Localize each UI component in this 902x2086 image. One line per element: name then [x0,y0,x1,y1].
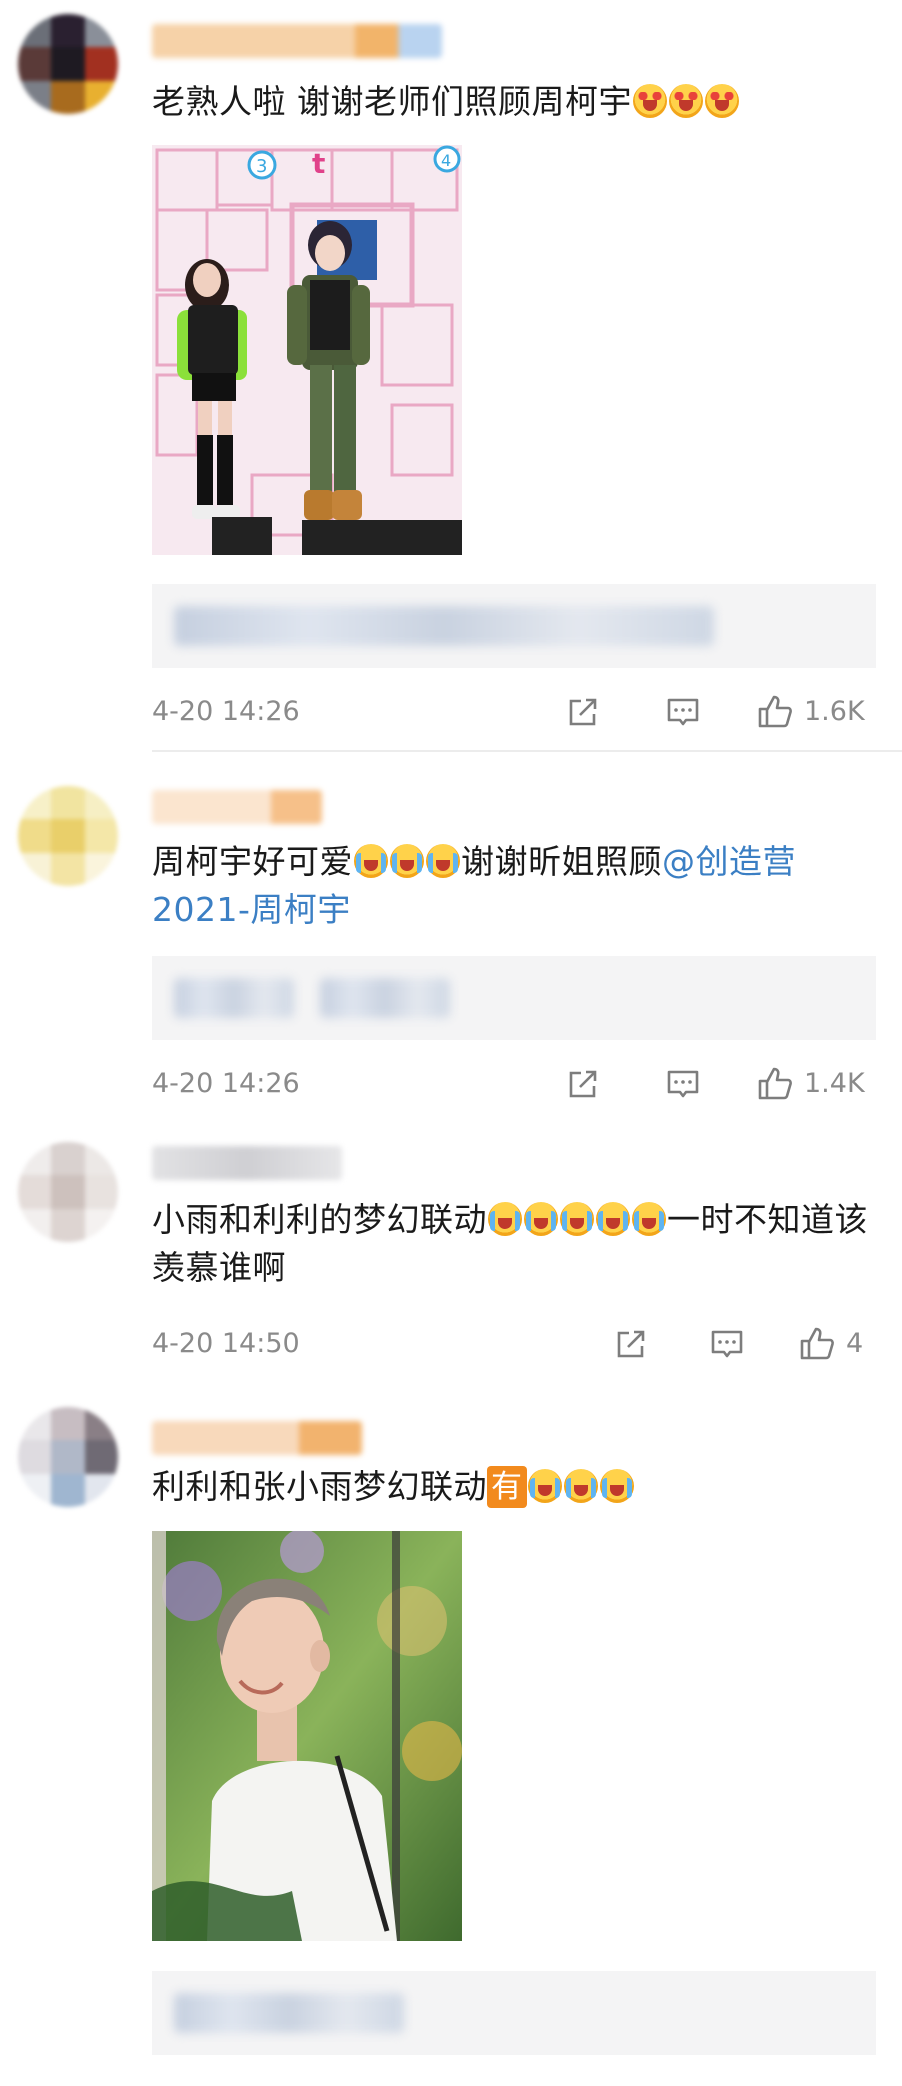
comment-text-body: 老熟人啦 谢谢老师们照顾周柯宇 [152,82,632,121]
username-blurred[interactable] [152,24,442,58]
svg-text:t: t [312,147,325,180]
comment-text-part: 小雨和利利的梦幻联动 [152,1200,487,1239]
heart-eyes-emoji-icon [705,84,739,118]
like-count: 1.6K [804,696,865,727]
like-count: 1.4K [804,1068,865,1099]
comment-icon [667,1070,699,1098]
reply-text-blurred [174,978,294,1018]
timestamp: 4-20 14:26 [152,696,300,727]
crying-emoji-icon [527,1469,562,1503]
thumbs-up-icon [800,1327,834,1360]
comment-text: 老熟人啦 谢谢老师们照顾周柯宇 [152,78,872,126]
heart-eyes-emoji-icon [669,84,703,118]
comment-text-part: 利利和张小雨梦幻联动 [152,1467,487,1506]
stage-photo-image: 3 t 4 [152,145,462,555]
crying-emoji-icon [390,844,424,878]
reply-preview[interactable] [152,1971,876,2055]
crying-emoji-icon [426,844,460,878]
thumbs-up-icon [758,1067,792,1100]
avatar[interactable] [18,1407,118,1507]
thumbs-up-icon [758,695,792,728]
crying-emoji-icon [354,844,388,878]
crying-emoji-icon [596,1202,630,1236]
svg-text:4: 4 [441,151,451,170]
reply-text-blurred [320,978,450,1018]
like-button[interactable]: 1.6K [756,692,865,732]
repost-icon [569,1070,597,1098]
crying-emoji-icon [524,1202,558,1236]
comment-meta: 4-20 14:26 1.4K [152,1064,876,1104]
comment-meta: 4-20 14:26 1.6K [152,692,876,732]
divider [152,750,902,752]
repost-button[interactable] [612,1324,650,1364]
crying-emoji-icon [599,1469,634,1503]
crying-emoji-icon [560,1202,594,1236]
comment-button[interactable] [708,1324,746,1364]
avatar[interactable] [18,14,118,114]
like-count: 4 [846,1328,864,1359]
comment-meta: 4-20 14:50 4 [152,1324,876,1364]
reply-text-blurred [174,1993,404,2033]
reply-preview[interactable] [152,956,876,1040]
comment-icon [711,1330,743,1358]
repost-button[interactable] [564,1064,602,1104]
svg-text:3: 3 [256,156,267,177]
username-blurred[interactable] [152,790,322,824]
comment-text: 小雨和利利的梦幻联动 一时不知道该羡慕谁啊 [152,1196,872,1292]
heart-eyes-emoji-icon [633,84,667,118]
timestamp: 4-20 14:26 [152,1068,300,1099]
reply-text-blurred [174,606,714,646]
you-badge: 有 [487,1466,527,1508]
like-button[interactable]: 4 [798,1324,863,1364]
username-blurred[interactable] [152,1421,362,1455]
crying-emoji-icon [632,1202,666,1236]
repost-icon [569,698,597,726]
reply-preview[interactable] [152,584,876,668]
repost-icon [617,1330,645,1358]
comment-text: 利利和张小雨梦幻联动有 [152,1463,872,1511]
comment-icon [667,698,699,726]
avatar[interactable] [18,1142,118,1242]
crying-emoji-icon [563,1469,598,1503]
repost-button[interactable] [564,692,602,732]
comment-photo[interactable] [152,1531,462,1941]
comment-photo[interactable]: 3 t 4 [152,145,462,555]
timestamp: 4-20 14:50 [152,1328,300,1359]
comment-text: 周柯宇好可爱 谢谢昕姐照顾@创造营2021-周柯宇 [152,838,872,934]
like-button[interactable]: 1.4K [756,1064,865,1104]
comment-button[interactable] [664,1064,702,1104]
username-blurred[interactable] [152,1146,342,1180]
comment-button[interactable] [664,692,702,732]
crying-emoji-icon [488,1202,522,1236]
avatar[interactable] [18,786,118,886]
portrait-photo-image [152,1531,462,1941]
comment-text-part: 谢谢昕姐照顾 [461,842,662,881]
comment-text-part: 周柯宇好可爱 [152,842,353,881]
